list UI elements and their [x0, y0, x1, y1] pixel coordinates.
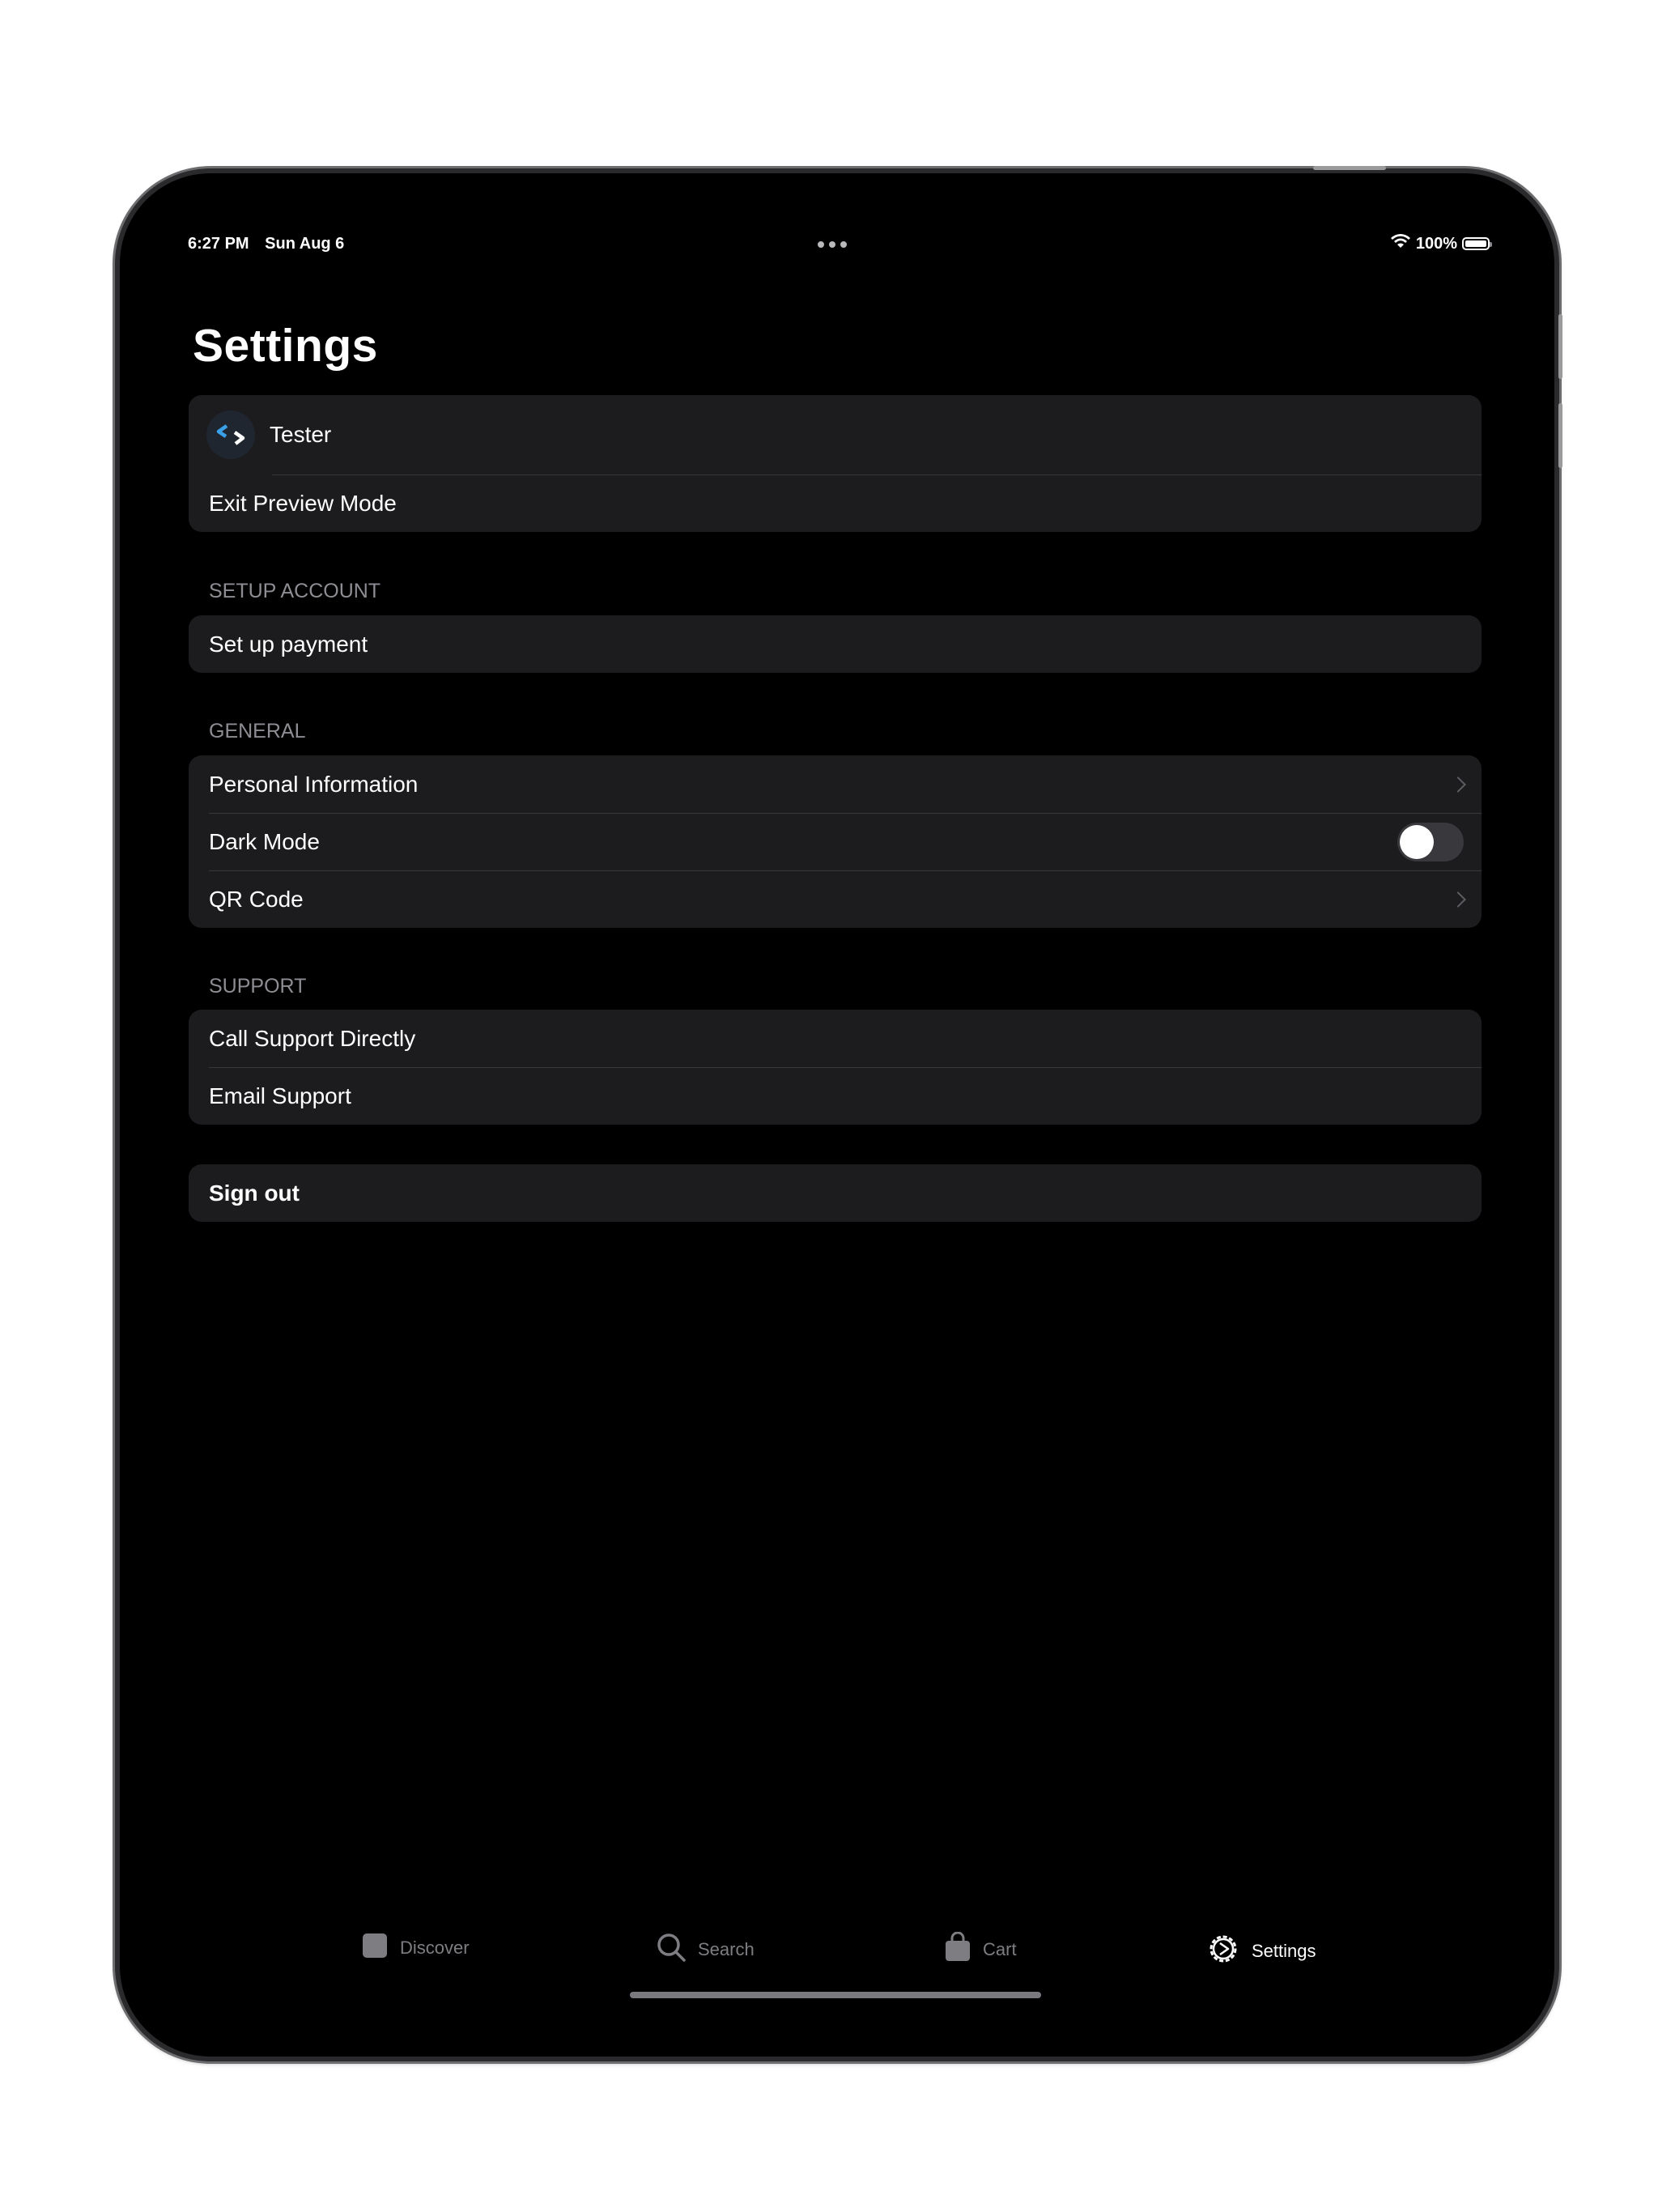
- multitasking-dots-icon[interactable]: [818, 241, 847, 248]
- qr-code-label: QR Code: [209, 886, 304, 912]
- battery-percent: 100%: [1415, 234, 1457, 253]
- section-header-general: GENERAL: [209, 720, 306, 742]
- tab-settings[interactable]: Settings: [1206, 1932, 1316, 1971]
- profile-row[interactable]: Tester: [189, 395, 1482, 474]
- chevron-right-icon: [1450, 776, 1466, 793]
- screen: 6:27 PM Sun Aug 6 100% Settings Tester E…: [120, 173, 1554, 2057]
- status-bar-left: 6:27 PM Sun Aug 6: [188, 235, 355, 253]
- exit-preview-mode-button[interactable]: Exit Preview Mode: [189, 474, 1482, 532]
- support-group: Call Support Directly Email Support: [189, 1010, 1482, 1125]
- tab-search-label: Search: [698, 1939, 755, 1959]
- ipad-frame: 6:27 PM Sun Aug 6 100% Settings Tester E…: [115, 166, 1562, 2061]
- set-up-payment-button[interactable]: Set up payment: [189, 615, 1482, 673]
- battery-icon: [1462, 237, 1492, 250]
- search-icon: [656, 1932, 687, 1967]
- exit-preview-mode-label: Exit Preview Mode: [209, 490, 397, 516]
- wifi-icon: [1390, 233, 1411, 254]
- volume-down-button: [1558, 403, 1562, 468]
- general-group: Personal Information Dark Mode QR Code: [189, 755, 1482, 928]
- call-support-label: Call Support Directly: [209, 1025, 416, 1051]
- tab-bar: Discover Search Cart Settings: [120, 1931, 1554, 1980]
- status-time: 6:27 PM: [188, 235, 249, 253]
- top-button: [1313, 166, 1386, 170]
- toggle-knob: [1400, 824, 1434, 859]
- status-bar-right: 100%: [1390, 233, 1492, 254]
- section-header-setup-account: SETUP ACCOUNT: [209, 580, 381, 602]
- tab-cart[interactable]: Cart: [944, 1931, 1017, 1967]
- tab-search[interactable]: Search: [656, 1932, 755, 1967]
- tab-discover-label: Discover: [400, 1938, 470, 1958]
- chevron-right-icon: [1450, 891, 1466, 908]
- section-header-support: SUPPORT: [209, 975, 307, 998]
- dark-mode-toggle[interactable]: [1397, 822, 1464, 861]
- page-title: Settings: [193, 320, 378, 372]
- email-support-label: Email Support: [209, 1083, 351, 1108]
- volume-up-button: [1558, 314, 1562, 379]
- sign-out-button[interactable]: Sign out: [189, 1164, 1482, 1222]
- tab-discover[interactable]: Discover: [361, 1932, 470, 1964]
- email-support-button[interactable]: Email Support: [189, 1067, 1482, 1125]
- status-date: Sun Aug 6: [265, 235, 345, 253]
- home-indicator[interactable]: [630, 1992, 1041, 1998]
- call-support-button[interactable]: Call Support Directly: [189, 1010, 1482, 1067]
- setup-account-group: Set up payment: [189, 615, 1482, 673]
- qr-code-row[interactable]: QR Code: [189, 870, 1482, 928]
- square-icon: [361, 1932, 389, 1964]
- tab-cart-label: Cart: [983, 1939, 1017, 1959]
- sign-out-label: Sign out: [209, 1180, 300, 1206]
- gear-icon: [1206, 1932, 1240, 1971]
- avatar: [206, 410, 255, 459]
- account-group: Tester Exit Preview Mode: [189, 395, 1482, 532]
- bag-icon: [944, 1931, 971, 1967]
- tab-settings-label: Settings: [1252, 1941, 1316, 1961]
- signout-group: Sign out: [189, 1164, 1482, 1222]
- dark-mode-label: Dark Mode: [209, 828, 320, 854]
- app-logo-icon: [216, 424, 245, 445]
- set-up-payment-label: Set up payment: [209, 631, 368, 657]
- personal-information-row[interactable]: Personal Information: [189, 755, 1482, 813]
- profile-name: Tester: [270, 422, 332, 447]
- dark-mode-row: Dark Mode: [189, 813, 1482, 870]
- personal-information-label: Personal Information: [209, 771, 419, 797]
